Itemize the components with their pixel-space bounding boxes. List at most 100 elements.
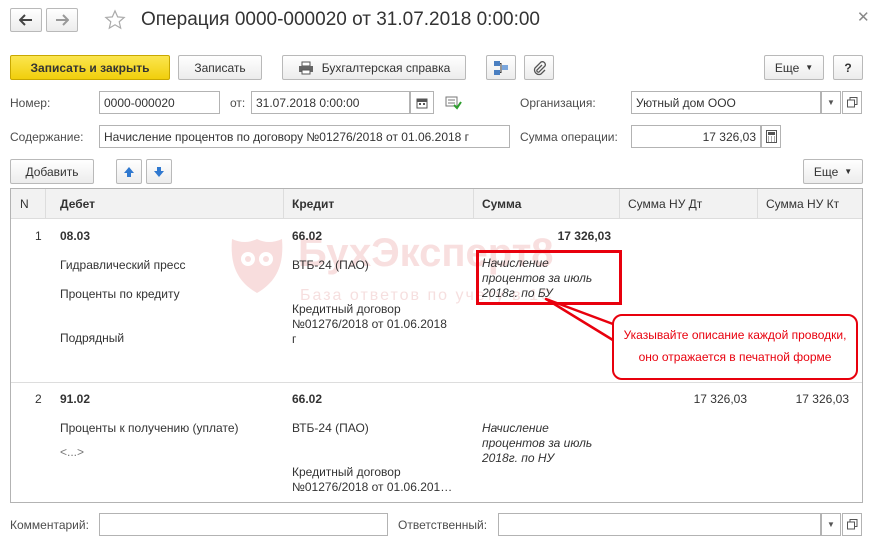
save-button[interactable]: Записать xyxy=(178,55,262,80)
responsible-label: Ответственный: xyxy=(398,518,488,532)
credit-subconto-2-line-1: Кредитный договор xyxy=(292,302,401,316)
entries-table: N Дебет Кредит Сумма Сумма НУ Дт Сумма Н… xyxy=(10,188,863,503)
column-header-nu-dt: Сумма НУ Дт xyxy=(628,197,703,211)
save-close-button[interactable]: Записать и закрыть xyxy=(10,55,170,80)
entry-description-line-1: Начисление xyxy=(482,256,549,270)
entry-description-line-3: 2018г. по НУ xyxy=(482,451,555,465)
callout-box: Указывайте описание каждой проводки, оно… xyxy=(612,314,858,380)
page-title: Операция 0000-000020 от 31.07.2018 0:00:… xyxy=(141,9,540,30)
arrow-left-icon xyxy=(19,14,32,26)
operation-sum-value: 17 326,03 xyxy=(702,129,756,144)
printer-icon xyxy=(298,61,313,74)
callout-line-2: оно отражается в печатной форме xyxy=(638,350,832,364)
arrow-down-icon xyxy=(154,166,164,177)
help-button[interactable]: ? xyxy=(833,55,863,80)
debit-subconto-2: <...> xyxy=(60,445,85,459)
organization-value: Уютный дом ООО xyxy=(636,95,736,110)
add-row-label: Добавить xyxy=(25,164,79,179)
callout-line-1: Указывайте описание каждой проводки, xyxy=(623,328,847,342)
chevron-down-icon: ▼ xyxy=(827,98,835,107)
date-label: от: xyxy=(230,96,246,110)
dropdown-arrow-icon: ▼ xyxy=(844,167,853,176)
save-close-label: Записать и закрыть xyxy=(30,60,150,75)
credit-subconto-1: ВТБ-24 (ПАО) xyxy=(292,421,369,435)
comment-label: Комментарий: xyxy=(10,518,89,532)
debit-subconto-1: Проценты к получению (уплате) xyxy=(60,421,239,435)
debit-subconto-3: Подрядный xyxy=(60,331,125,345)
star-icon xyxy=(104,9,126,30)
organization-open-button[interactable] xyxy=(842,91,862,114)
entry-description-line-2: процентов за июль xyxy=(482,436,593,450)
more-button[interactable]: Еще ▼ xyxy=(764,55,824,80)
organization-dropdown-button[interactable]: ▼ xyxy=(821,91,841,114)
comment-field[interactable] xyxy=(99,513,388,536)
entry-description-line-2: процентов за июль xyxy=(482,271,593,285)
close-icon[interactable]: ✕ xyxy=(857,8,870,26)
accounting-note-label: Бухгалтерская справка xyxy=(321,60,451,75)
open-icon xyxy=(846,519,857,530)
operation-sum-field[interactable]: 17 326,03 xyxy=(631,125,761,148)
entry-description-line-1: Начисление xyxy=(482,421,549,435)
column-header-debit: Дебет xyxy=(60,197,96,211)
credit-account: 66.02 xyxy=(292,392,323,406)
debit-account: 91.02 xyxy=(60,392,91,406)
forward-button[interactable] xyxy=(46,8,78,32)
responsible-field[interactable] xyxy=(498,513,821,536)
credit-account: 66.02 xyxy=(292,229,323,243)
save-label: Записать xyxy=(194,60,246,75)
table-header: N Дебет Кредит Сумма Сумма НУ Дт Сумма Н… xyxy=(11,189,862,219)
posting-status-icon[interactable] xyxy=(445,96,462,113)
favorite-button[interactable] xyxy=(104,9,126,31)
chevron-down-icon: ▼ xyxy=(827,520,835,529)
calculator-icon xyxy=(765,130,777,143)
add-row-button[interactable]: Добавить xyxy=(10,159,94,184)
debit-subconto-2: Проценты по кредиту xyxy=(60,287,180,301)
paperclip-icon xyxy=(533,60,546,75)
debit-subconto-1: Гидравлический пресс xyxy=(60,258,186,272)
date-value: 31.07.2018 0:00:00 xyxy=(256,95,360,110)
row-number: 1 xyxy=(35,229,42,243)
debit-account: 08.03 xyxy=(60,229,91,243)
credit-subconto-1: ВТБ-24 (ПАО) xyxy=(292,258,369,272)
table-more-button[interactable]: Еще ▼ xyxy=(803,159,863,184)
number-label: Номер: xyxy=(10,96,51,110)
number-field[interactable]: 0000-000020 xyxy=(99,91,220,114)
column-header-credit: Кредит xyxy=(292,197,335,211)
content-value: Начисление процентов по договору №01276/… xyxy=(104,129,470,144)
credit-subconto-2-line-2: №01276/2018 от 01.06.2018 xyxy=(292,317,447,331)
calendar-icon xyxy=(416,98,428,108)
open-icon xyxy=(846,97,857,108)
attach-button[interactable] xyxy=(524,55,554,80)
move-down-button[interactable] xyxy=(146,159,172,184)
date-field[interactable]: 31.07.2018 0:00:00 xyxy=(251,91,410,114)
number-value: 0000-000020 xyxy=(104,95,175,110)
table-more-label: Еще xyxy=(813,164,839,179)
column-header-n: N xyxy=(20,197,29,211)
arrow-right-icon xyxy=(56,14,69,26)
dropdown-arrow-icon: ▼ xyxy=(805,63,814,72)
responsible-dropdown-button[interactable]: ▼ xyxy=(821,513,841,536)
credit-subconto-2-line-3: г xyxy=(292,332,297,346)
credit-subconto-2-line-1: Кредитный договор xyxy=(292,465,401,479)
entry-sum: 17 326,03 xyxy=(557,229,611,243)
calculator-button[interactable] xyxy=(761,125,781,148)
move-up-button[interactable] xyxy=(116,159,142,184)
back-button[interactable] xyxy=(10,8,42,32)
organization-label: Организация: xyxy=(520,96,596,110)
table-row[interactable]: 2 91.02 Проценты к получению (уплате) <.… xyxy=(11,384,862,502)
organization-field[interactable]: Уютный дом ООО xyxy=(631,91,821,114)
help-label: ? xyxy=(844,60,852,75)
accounting-note-button[interactable]: Бухгалтерская справка xyxy=(282,55,466,80)
arrow-up-icon xyxy=(124,166,134,177)
structure-button[interactable] xyxy=(486,55,516,80)
content-field[interactable]: Начисление процентов по договору №01276/… xyxy=(99,125,510,148)
operation-sum-label: Сумма операции: xyxy=(520,130,618,144)
structure-icon xyxy=(494,60,508,75)
calendar-button[interactable] xyxy=(410,91,434,114)
row-number: 2 xyxy=(35,392,42,406)
credit-subconto-2-line-2: №01276/2018 от 01.06.201… xyxy=(292,480,453,494)
responsible-open-button[interactable] xyxy=(842,513,862,536)
nu-kt-sum: 17 326,03 xyxy=(795,392,849,406)
nu-dt-sum: 17 326,03 xyxy=(693,392,747,406)
content-label: Содержание: xyxy=(10,130,84,144)
